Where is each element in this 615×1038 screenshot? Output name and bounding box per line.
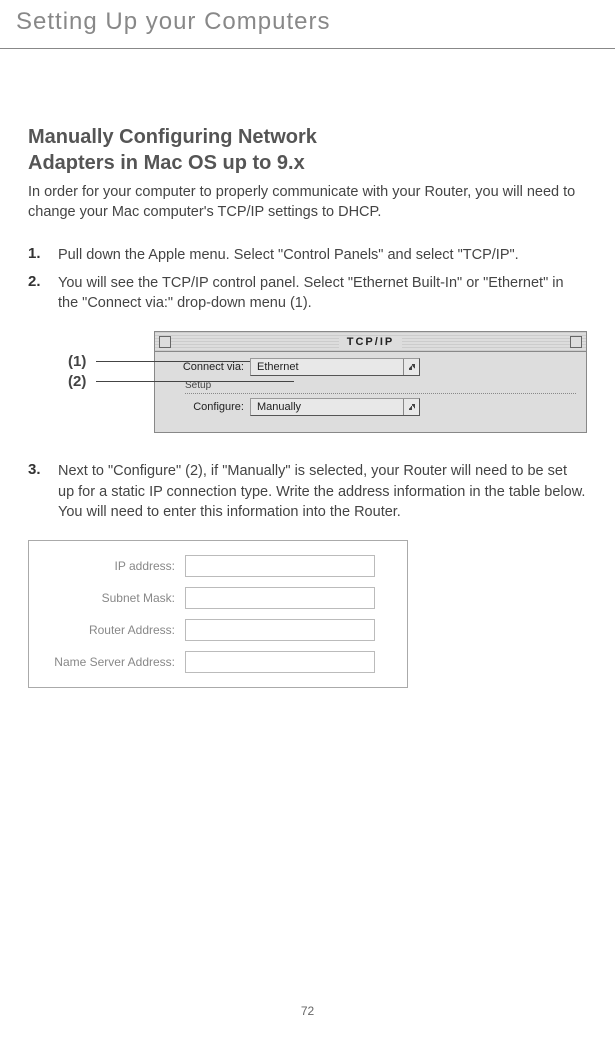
steps-list-continued: 3. Next to "Configure" (2), if "Manually… [28, 461, 587, 522]
callout-1-label: (1) [68, 353, 86, 370]
step-2: 2. You will see the TCP/IP control panel… [28, 273, 587, 314]
ip-address-row: IP address: [45, 555, 391, 577]
page-header-title: Setting Up your Computers [0, 0, 615, 49]
content-area: Manually Configuring Network Adapters in… [0, 49, 615, 688]
callout-2-label: (2) [68, 373, 86, 390]
setup-group-label: Setup [165, 380, 576, 394]
connect-via-dropdown[interactable]: Ethernet [250, 358, 420, 376]
step-text: Pull down the Apple menu. Select "Contro… [58, 245, 587, 265]
intro-paragraph: In order for your computer to properly c… [28, 182, 587, 223]
name-server-label: Name Server Address: [45, 655, 185, 669]
step-number: 2. [28, 273, 58, 314]
name-server-row: Name Server Address: [45, 651, 391, 673]
step-3: 3. Next to "Configure" (2), if "Manually… [28, 461, 587, 522]
subnet-mask-row: Subnet Mask: [45, 587, 391, 609]
router-address-row: Router Address: [45, 619, 391, 641]
tcp-window-title: TCP/IP [339, 336, 402, 348]
step-number: 1. [28, 245, 58, 265]
step-number: 3. [28, 461, 58, 522]
tcp-panel-body: Connect via: Ethernet Setup Configure: M… [155, 352, 586, 432]
step-text: You will see the TCP/IP control panel. S… [58, 273, 587, 314]
connect-via-row: Connect via: Ethernet [165, 358, 576, 376]
setup-divider [185, 393, 576, 394]
router-address-input[interactable] [185, 619, 375, 641]
step-text: Next to "Configure" (2), if "Manually" i… [58, 461, 587, 522]
configure-dropdown[interactable]: Manually [250, 398, 420, 416]
connect-via-label: Connect via: [165, 361, 250, 373]
tcp-titlebar: TCP/IP [155, 332, 586, 352]
steps-list: 1. Pull down the Apple menu. Select "Con… [28, 245, 587, 314]
dropdown-arrow-icon [403, 399, 419, 415]
configure-label: Configure: [165, 401, 250, 413]
tcp-ip-panel: TCP/IP Connect via: Ethernet Setup Confi… [154, 331, 587, 433]
ip-address-label: IP address: [45, 559, 185, 573]
section-heading: Manually Configuring Network Adapters in… [28, 124, 587, 176]
router-address-label: Router Address: [45, 623, 185, 637]
zoom-box-icon [570, 336, 582, 348]
callout-2-line [96, 381, 294, 382]
page-number: 72 [301, 1004, 314, 1018]
subnet-mask-label: Subnet Mask: [45, 591, 185, 605]
ip-address-input[interactable] [185, 555, 375, 577]
ip-address-table: IP address: Subnet Mask: Router Address:… [28, 540, 408, 688]
configure-row: Configure: Manually [165, 398, 576, 416]
connect-via-value: Ethernet [257, 361, 299, 373]
step-1: 1. Pull down the Apple menu. Select "Con… [28, 245, 587, 265]
heading-line-2: Adapters in Mac OS up to 9.x [28, 152, 305, 174]
subnet-mask-input[interactable] [185, 587, 375, 609]
tcp-panel-figure: (1) (2) TCP/IP Connect via: Ethernet [28, 331, 587, 433]
name-server-input[interactable] [185, 651, 375, 673]
dropdown-arrow-icon [403, 359, 419, 375]
close-box-icon [159, 336, 171, 348]
configure-value: Manually [257, 401, 301, 413]
callout-column: (1) (2) [28, 331, 154, 411]
heading-line-1: Manually Configuring Network [28, 126, 317, 148]
